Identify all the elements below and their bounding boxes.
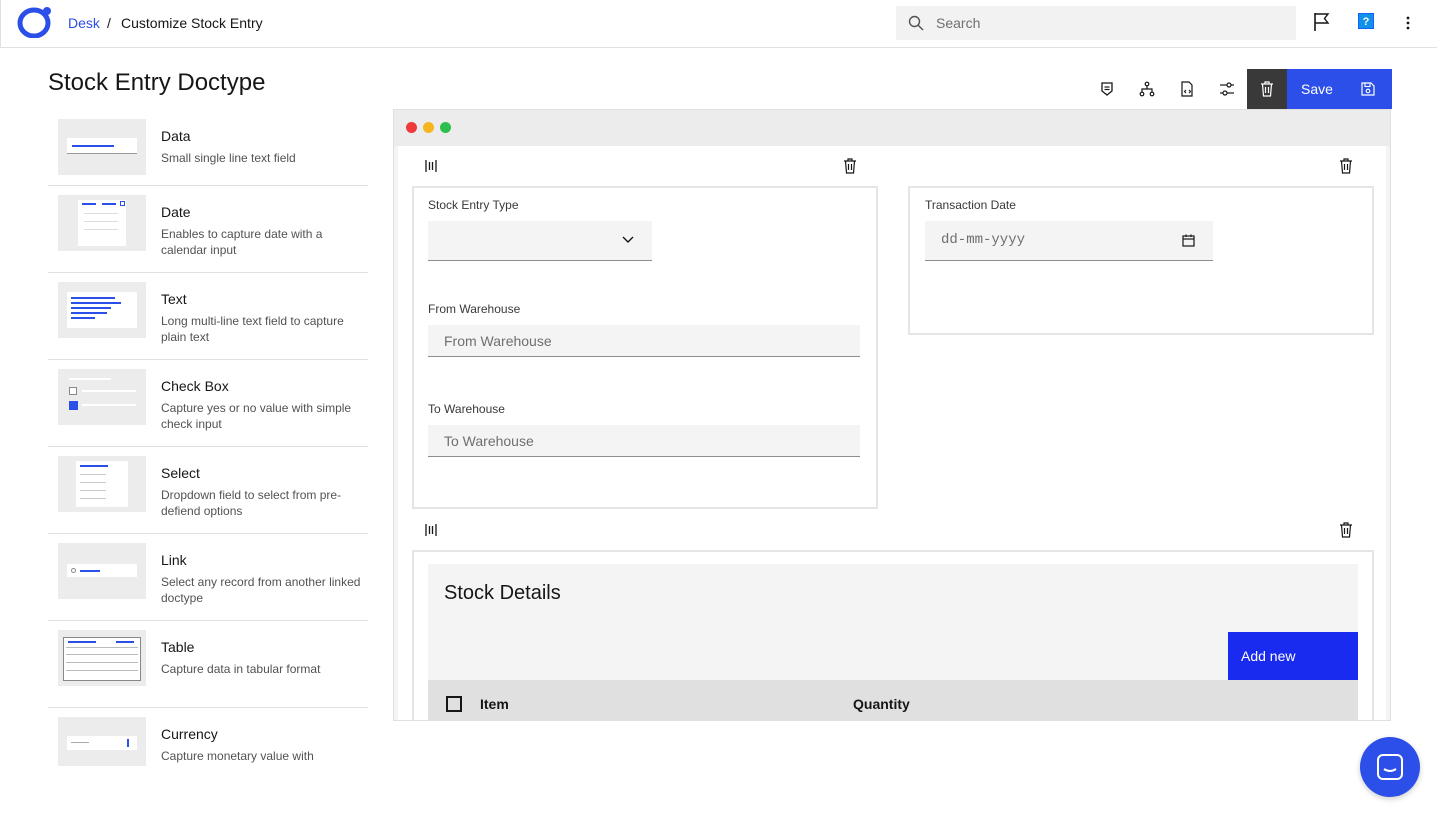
save-button-label: Save: [1301, 81, 1333, 97]
data-thumbnail-icon: [58, 119, 146, 175]
trash-icon: [1261, 81, 1273, 97]
transaction-date-input[interactable]: dd-mm-yyyy: [925, 221, 1213, 261]
transaction-date-label: Transaction Date: [925, 198, 1016, 212]
column-drag-handle-icon[interactable]: [425, 159, 437, 173]
tool-code-document-button[interactable]: [1167, 69, 1207, 109]
palette-item-checkbox[interactable]: Check Box Capture yes or no value with s…: [48, 360, 368, 447]
date-thumbnail-icon: [58, 195, 146, 251]
palette-item-title: Table: [161, 639, 195, 655]
link-thumbnail-icon: [58, 543, 146, 599]
palette-item-desc: Dropdown field to select from pre-defien…: [161, 488, 342, 518]
page-title: Stock Entry Doctype: [48, 69, 266, 96]
palette-item-link[interactable]: Link Select any record from another link…: [48, 534, 368, 621]
to-warehouse-input[interactable]: [428, 425, 860, 457]
palette-item-title: Data: [161, 128, 191, 144]
column-header-quantity[interactable]: Quantity: [853, 696, 910, 712]
chat-icon: [1377, 754, 1403, 780]
app-logo-icon[interactable]: [17, 6, 53, 38]
canvas-window-bar: [394, 110, 1390, 146]
search-input[interactable]: [936, 6, 1286, 40]
stock-details-table: Stock Details Add new Item Quantity: [428, 564, 1358, 720]
palette-item-title: Link: [161, 552, 187, 568]
palette-item-currency[interactable]: Currency Capture monetary value with: [48, 708, 368, 766]
sliders-icon: [1220, 82, 1234, 96]
palette-item-title: Currency: [161, 726, 218, 742]
select-all-checkbox[interactable]: [446, 696, 462, 712]
delete-column-trash-icon[interactable]: [843, 158, 857, 174]
from-warehouse-input[interactable]: [428, 325, 860, 357]
palette-item-title: Text: [161, 291, 187, 307]
delete-section-trash-icon[interactable]: [1339, 158, 1353, 174]
overflow-menu-icon[interactable]: [1399, 13, 1417, 33]
transaction-date-placeholder: dd-mm-yyyy: [941, 232, 1026, 248]
breadcrumb-current: Customize Stock Entry: [121, 15, 263, 31]
from-warehouse-label: From Warehouse: [428, 302, 521, 316]
window-minimize-dot-icon: [423, 122, 434, 133]
help-button[interactable]: ?: [1358, 13, 1374, 29]
window-maximize-dot-icon: [440, 122, 451, 133]
delete-table-trash-icon[interactable]: [1339, 522, 1353, 538]
palette-item-data[interactable]: Data Small single line text field: [48, 110, 368, 186]
table-section: Stock Details Add new Item Quantity: [412, 550, 1374, 720]
palette-item-desc: Capture data in tabular format: [161, 662, 321, 676]
to-warehouse-label: To Warehouse: [428, 402, 505, 416]
stock-entry-type-label: Stock Entry Type: [428, 198, 519, 212]
stock-entry-type-select[interactable]: [428, 221, 652, 261]
palette-item-title: Select: [161, 465, 200, 481]
chevron-down-icon: [622, 236, 634, 243]
flag-icon[interactable]: [1313, 12, 1331, 32]
shield-check-icon: [1101, 82, 1113, 96]
tool-validate-button[interactable]: [1087, 69, 1127, 109]
breadcrumb-separator: /: [107, 15, 111, 31]
palette-item-desc: Select any record from another linked do…: [161, 575, 361, 605]
select-thumbnail-icon: [58, 456, 146, 512]
palette-item-desc: Enables to capture date with a calendar …: [161, 227, 323, 257]
palette-item-desc: Capture yes or no value with simple chec…: [161, 401, 352, 431]
text-thumbnail-icon: [58, 282, 146, 338]
palette-item-desc: Long multi-line text field to capture pl…: [161, 314, 344, 344]
form-canvas: Stock Entry Type From Warehouse To Wareh…: [393, 109, 1391, 721]
palette-item-title: Check Box: [161, 378, 229, 394]
palette-item-select[interactable]: Select Dropdown field to select from pre…: [48, 447, 368, 534]
chat-launcher-button[interactable]: [1360, 737, 1420, 797]
calendar-icon[interactable]: [1182, 234, 1195, 247]
add-new-button[interactable]: Add new: [1228, 632, 1358, 680]
form-column-right: Transaction Date dd-mm-yyyy: [908, 186, 1374, 335]
save-button[interactable]: Save: [1287, 69, 1392, 109]
tool-settings-button[interactable]: [1207, 69, 1247, 109]
tool-delete-button[interactable]: [1247, 69, 1287, 109]
search-icon: [908, 15, 924, 31]
palette-item-text[interactable]: Text Long multi-line text field to captu…: [48, 273, 368, 360]
palette-item-table[interactable]: Table Capture data in tabular format: [48, 621, 368, 708]
table-title: Stock Details: [444, 582, 561, 604]
table-drag-handle-icon[interactable]: [425, 523, 437, 537]
top-bar: Desk / Customize Stock Entry ?: [0, 0, 1437, 48]
checkbox-thumbnail-icon: [58, 369, 146, 425]
form-column-left: Stock Entry Type From Warehouse To Wareh…: [412, 186, 878, 509]
currency-thumbnail-icon: [58, 717, 146, 766]
palette-item-desc: Small single line text field: [161, 151, 296, 165]
search-box: [896, 6, 1296, 40]
save-disk-icon: [1361, 82, 1375, 96]
table-thumbnail-icon: [58, 630, 146, 686]
tree-hierarchy-icon: [1139, 81, 1155, 97]
palette-item-desc: Capture monetary value with: [161, 749, 314, 763]
document-code-icon: [1181, 81, 1193, 97]
column-header-item[interactable]: Item: [480, 696, 509, 712]
palette-item-title: Date: [161, 204, 191, 220]
window-close-dot-icon: [406, 122, 417, 133]
field-palette: Data Small single line text field Date E…: [48, 110, 368, 766]
canvas-body: Stock Entry Type From Warehouse To Wareh…: [398, 146, 1386, 720]
editor-toolbar: Save: [1087, 69, 1392, 109]
breadcrumb-desk-link[interactable]: Desk: [68, 15, 100, 31]
table-header-row: Item Quantity: [428, 680, 1358, 720]
tool-hierarchy-button[interactable]: [1127, 69, 1167, 109]
palette-item-date[interactable]: Date Enables to capture date with a cale…: [48, 186, 368, 273]
